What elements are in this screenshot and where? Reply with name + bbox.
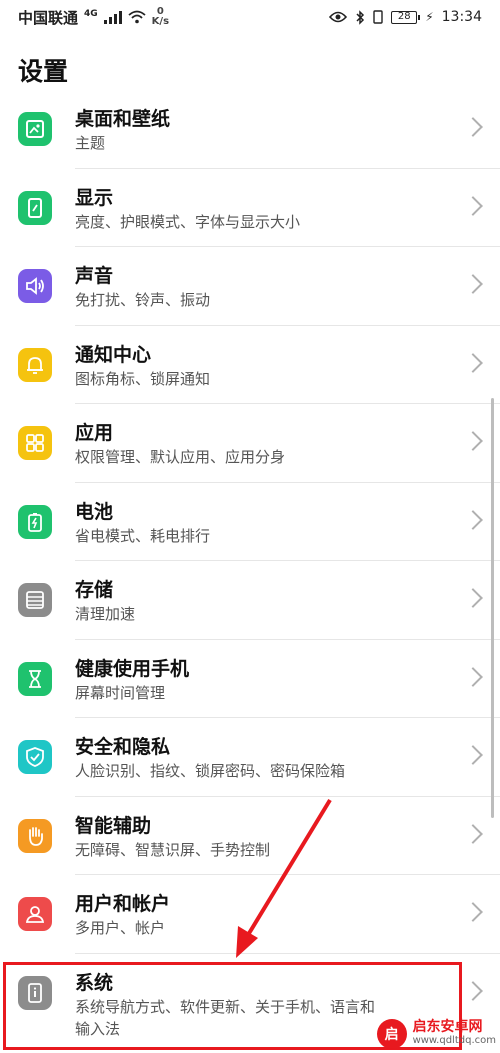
settings-item-subtitle: 主题 xyxy=(75,134,106,152)
settings-item-text: 存储 清理加速 xyxy=(75,577,450,625)
settings-item-wallpaper[interactable]: 桌面和壁纸 主题 xyxy=(0,90,500,169)
settings-item-title: 桌面和壁纸 xyxy=(75,108,171,130)
settings-item-text: 应用 权限管理、默认应用、应用分身 xyxy=(75,420,450,468)
battery-icon xyxy=(18,504,52,539)
watermark-name: 启东安卓网 xyxy=(412,1019,483,1035)
settings-item-security[interactable]: 安全和隐私 人脸识别、指纹、锁屏密码、密码保险箱 xyxy=(0,718,500,797)
user-icon xyxy=(18,897,52,931)
settings-item-sound[interactable]: 声音 免打扰、铃声、振动 xyxy=(0,247,500,326)
settings-item-text: 桌面和壁纸 主题 xyxy=(75,106,450,154)
settings-item-subtitle: 屏幕时间管理 xyxy=(75,683,166,702)
settings-item-digital-balance[interactable]: 健康使用手机 屏幕时间管理 xyxy=(0,640,500,718)
settings-item-text: 显示 亮度、护眼模式、字体与显示大小 xyxy=(75,185,450,233)
settings-item-subtitle: 清理加速 xyxy=(75,605,136,623)
settings-item-text: 用户和帐户 多用户、帐户 xyxy=(75,891,450,939)
settings-item-text: 安全和隐私 人脸识别、指纹、锁屏密码、密码保险箱 xyxy=(75,734,450,782)
chevron-right-icon xyxy=(463,666,483,687)
settings-item-notifications[interactable]: 通知中心 图标角标、锁屏通知 xyxy=(0,326,500,404)
page-title: 设置 xyxy=(18,57,69,86)
charging-icon: ⚡ xyxy=(425,10,434,24)
settings-item-title: 安全和隐私 xyxy=(75,736,171,758)
bell-icon xyxy=(18,347,52,382)
chevron-right-icon xyxy=(463,745,483,765)
network-type: 4G xyxy=(84,8,98,19)
settings-item-text: 智能辅助 无障碍、智慧识屏、手势控制 xyxy=(75,813,450,861)
settings-item-storage[interactable]: 存储 清理加速 xyxy=(0,561,500,640)
settings-item-title: 用户和帐户 xyxy=(75,893,171,915)
settings-item-title: 电池 xyxy=(75,500,114,523)
watermark-text: 启东安卓网 www.qdltdq.com xyxy=(413,1020,496,1048)
battery-level: 28 xyxy=(397,11,411,22)
settings-item-subtitle: 免打扰、铃声、振动 xyxy=(75,291,211,309)
signal-icon xyxy=(103,10,122,24)
watermark-logo-icon: 启 xyxy=(376,1019,407,1049)
chevron-right-icon xyxy=(463,431,483,451)
settings-item-subtitle: 省电模式、耗电排行 xyxy=(75,526,211,545)
scrollbar[interactable] xyxy=(491,398,494,818)
settings-item-title: 智能辅助 xyxy=(75,814,152,837)
chevron-right-icon xyxy=(463,274,483,294)
storage-icon xyxy=(18,583,52,617)
watermark: 启 启东安卓网 www.qdltdq.com xyxy=(376,1019,496,1049)
settings-item-subtitle: 权限管理、默认应用、应用分身 xyxy=(75,448,286,466)
settings-item-subtitle: 图标角标、锁屏通知 xyxy=(75,369,211,388)
settings-item-title: 健康使用手机 xyxy=(75,657,190,680)
settings-item-title: 显示 xyxy=(75,186,114,209)
chevron-right-icon xyxy=(463,823,483,844)
settings-item-title: 应用 xyxy=(75,422,114,444)
display-icon xyxy=(18,190,52,225)
apps-grid-icon xyxy=(18,426,52,460)
bluetooth-icon xyxy=(356,9,365,25)
wifi-icon xyxy=(128,10,146,24)
eye-icon xyxy=(329,11,348,23)
battery-indicator: 28 xyxy=(391,10,421,24)
chevron-right-icon xyxy=(463,980,483,1001)
settings-item-battery[interactable]: 电池 省电模式、耗电排行 xyxy=(0,483,500,561)
hourglass-icon xyxy=(18,661,52,696)
settings-item-text: 声音 免打扰、铃声、振动 xyxy=(75,263,450,311)
status-bar: 中国联通 4G 0 K/s 28 ⚡ 13:34 xyxy=(0,0,500,34)
carrier-name: 中国联通 xyxy=(18,8,79,27)
settings-item-title: 声音 xyxy=(75,265,114,287)
settings-item-apps[interactable]: 应用 权限管理、默认应用、应用分身 xyxy=(0,404,500,483)
speed-unit: K/s xyxy=(151,16,170,27)
speaker-icon xyxy=(18,269,52,303)
settings-item-subtitle: 多用户、帐户 xyxy=(75,919,166,937)
chevron-right-icon xyxy=(463,902,483,922)
sim-icon xyxy=(373,10,383,24)
status-right: 28 ⚡ 13:34 xyxy=(329,9,482,25)
settings-item-text: 通知中心 图标角标、锁屏通知 xyxy=(75,342,450,390)
chevron-right-icon xyxy=(463,588,483,608)
hand-icon xyxy=(18,818,52,853)
chevron-right-icon xyxy=(463,195,483,216)
chevron-right-icon xyxy=(463,509,483,530)
settings-item-subtitle: 无障碍、智慧识屏、手势控制 xyxy=(75,840,271,859)
settings-list: 桌面和壁纸 主题 显示 亮度、护眼模式、字体与显示大小 声音 免打扰、铃声、振动 xyxy=(0,90,500,1044)
settings-item-subtitle: 亮度、护眼模式、字体与显示大小 xyxy=(75,212,301,231)
status-left: 中国联通 4G 0 K/s xyxy=(18,7,169,28)
settings-item-display[interactable]: 显示 亮度、护眼模式、字体与显示大小 xyxy=(0,169,500,247)
settings-item-subtitle: 人脸识别、指纹、锁屏密码、密码保险箱 xyxy=(75,762,346,780)
chevron-right-icon xyxy=(463,352,483,373)
chevron-right-icon xyxy=(463,117,483,137)
settings-item-text: 健康使用手机 屏幕时间管理 xyxy=(75,656,450,704)
shield-icon xyxy=(18,740,52,774)
clock: 13:34 xyxy=(441,9,482,25)
watermark-url: www.qdltdq.com xyxy=(412,1035,496,1046)
network-speed: 0 K/s xyxy=(152,7,169,27)
settings-item-smart-assistance[interactable]: 智能辅助 无障碍、智慧识屏、手势控制 xyxy=(0,797,500,875)
settings-item-text: 电池 省电模式、耗电排行 xyxy=(75,499,450,547)
settings-item-title: 存储 xyxy=(75,579,114,601)
wallpaper-icon xyxy=(18,112,52,146)
settings-item-title: 通知中心 xyxy=(75,343,152,366)
settings-item-users-accounts[interactable]: 用户和帐户 多用户、帐户 xyxy=(0,875,500,954)
